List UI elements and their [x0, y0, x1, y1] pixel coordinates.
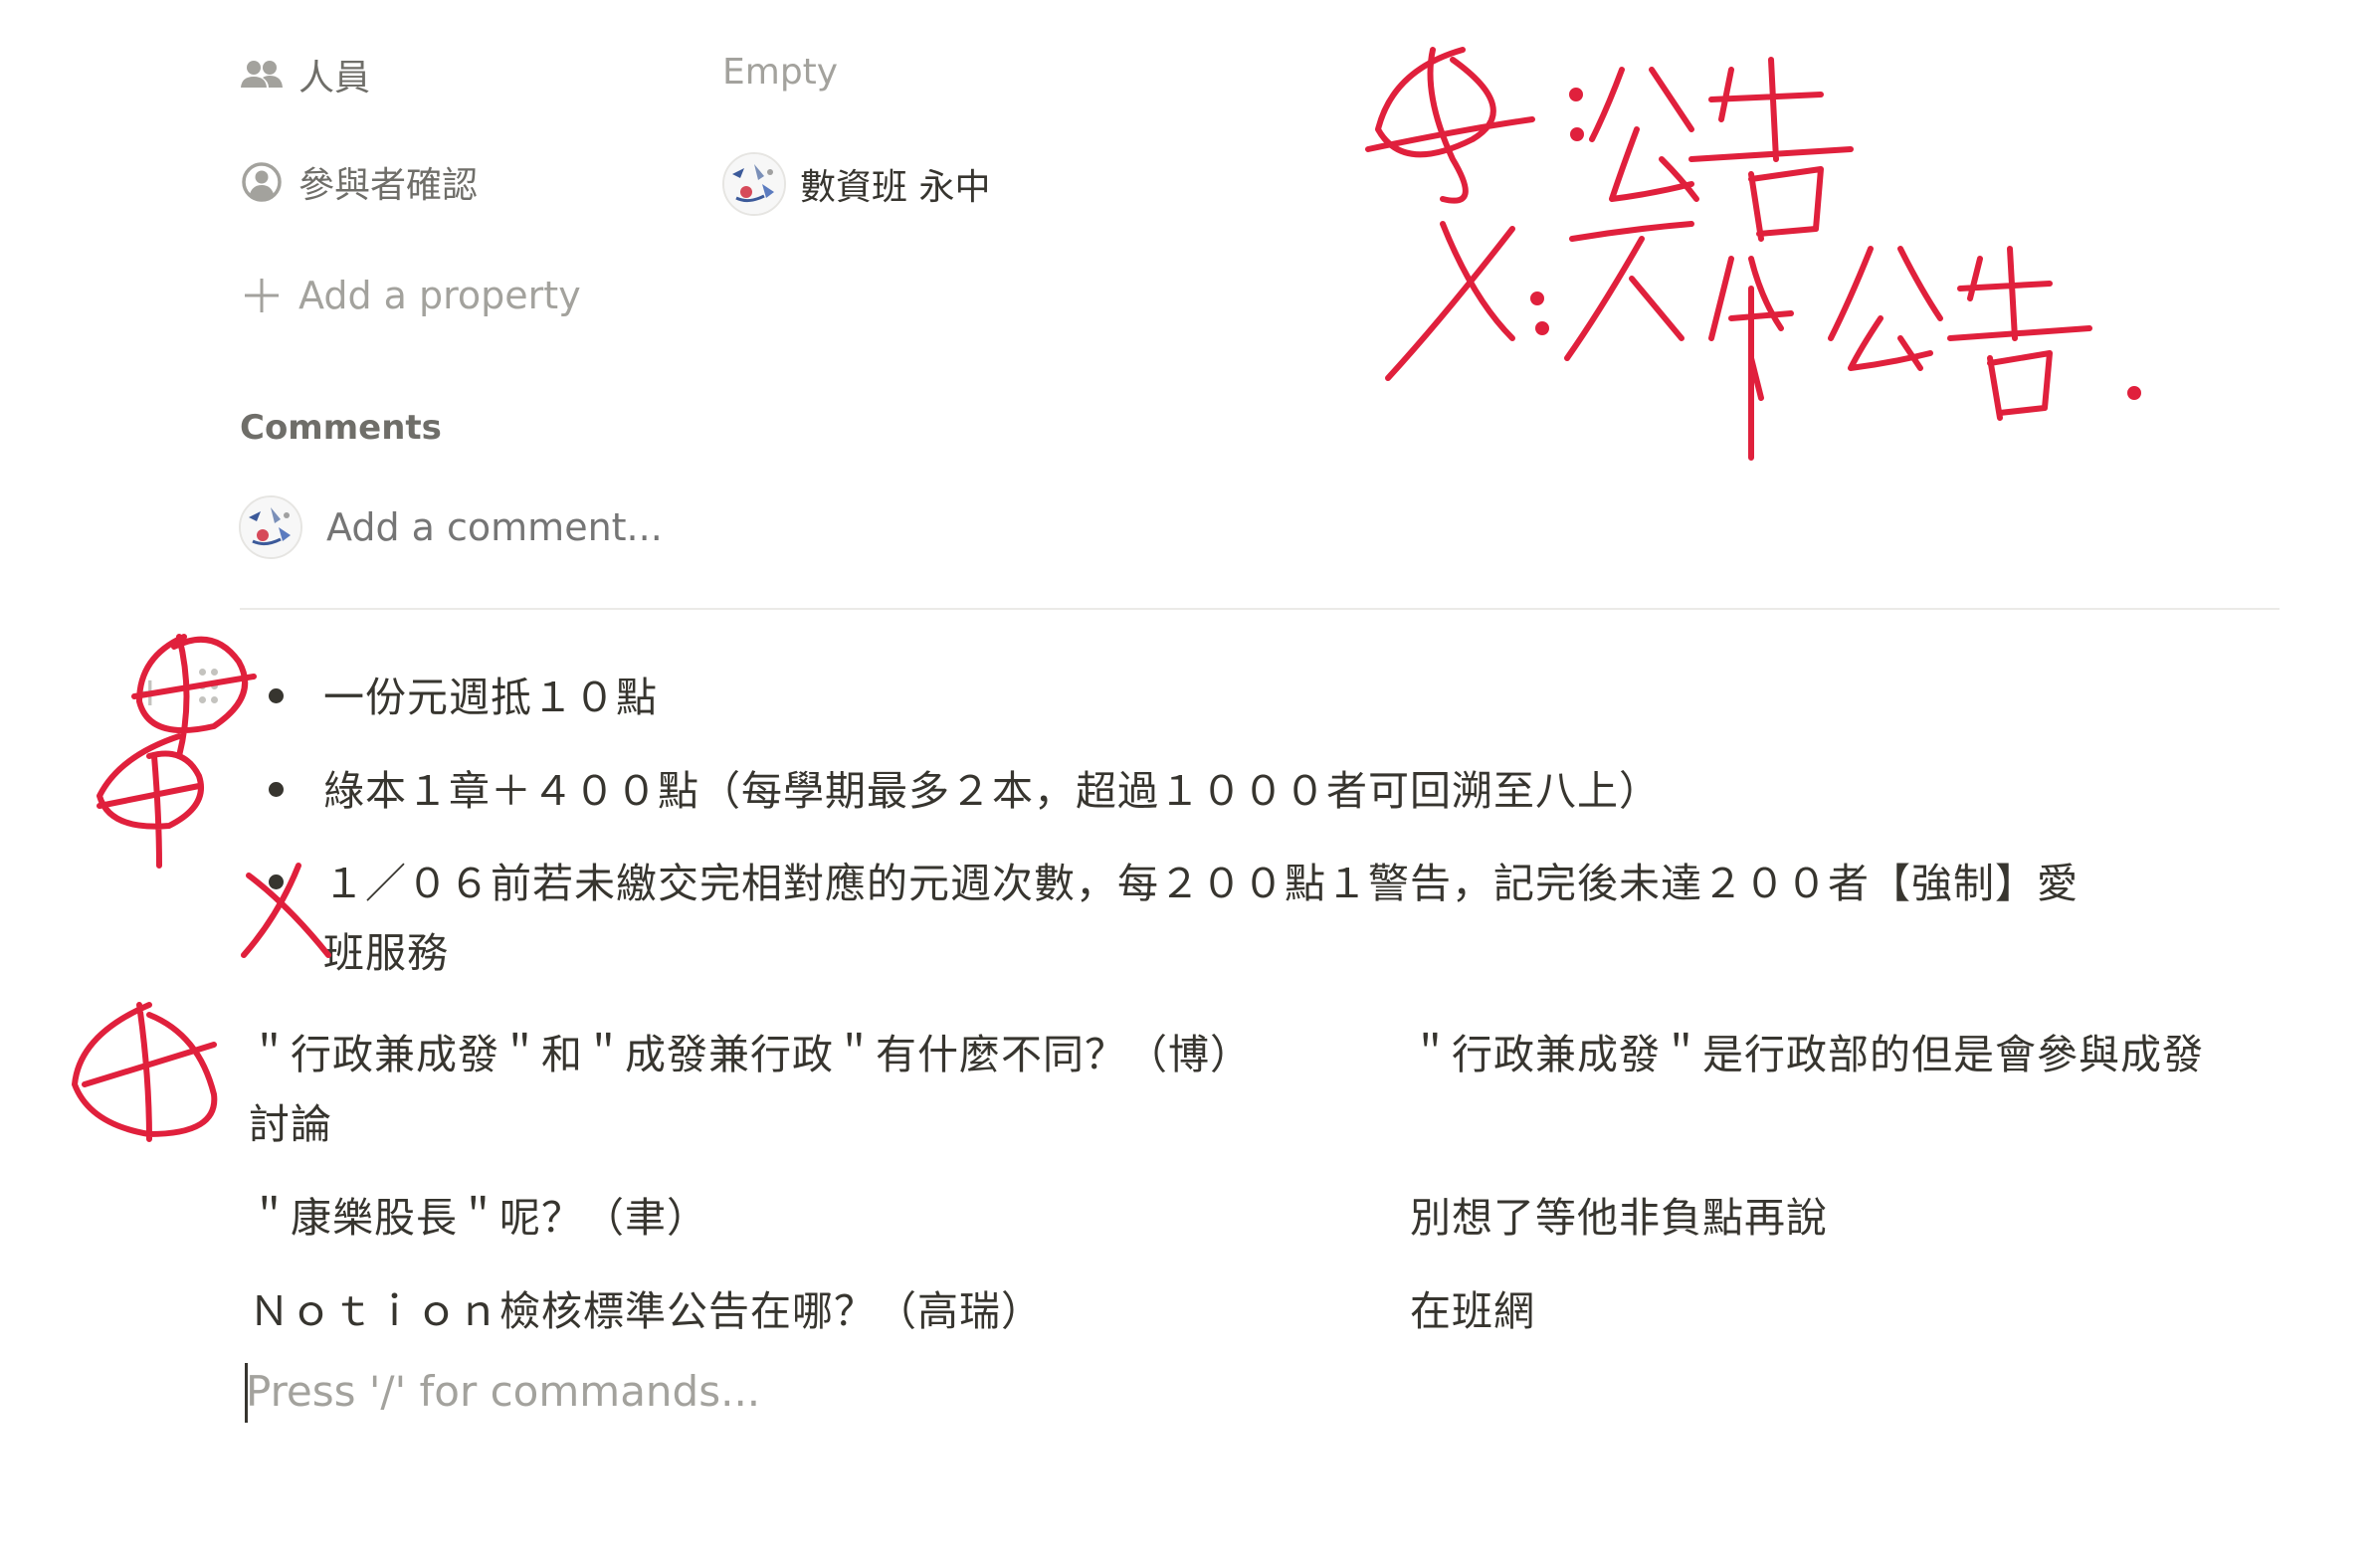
property-label-confirmation: 參與者確認 [298, 165, 479, 206]
add-property-label: Add a property [298, 274, 581, 317]
comment-input[interactable] [324, 504, 1124, 550]
answer-text: 別想了等他非負點再說 [1410, 1194, 1828, 1242]
property-row-people[interactable]: 人員 [239, 40, 370, 109]
list-item[interactable]: １／０６前若未繳交完相對應的元週次數，每２００點１警告，記完後未達２００者【強制… [269, 849, 2079, 988]
colon-mark [1530, 291, 1544, 305]
question-text: ＂康樂股長＂呢？（聿） [249, 1194, 708, 1242]
people-icon [239, 52, 285, 97]
property-value-people[interactable]: Empty [722, 52, 838, 93]
answer-text-continued: 討論 [249, 1100, 332, 1148]
answer-text: ＂行政兼成發＂是行政部的但是會參與成發 [1410, 1031, 2204, 1078]
handwritten-gong-3 [1828, 246, 1943, 371]
list-item[interactable]: 綠本１章＋４００點（每學期最多２本，超過１０００者可回溯至八上） [269, 756, 1661, 826]
handwritten-gong [1589, 67, 1699, 202]
property-label-people: 人員 [298, 58, 371, 98]
handwritten-gao-2 [1947, 246, 2092, 421]
user-avatar [722, 152, 786, 216]
question-text: ＂行政兼成發＂和＂成發兼行政＂有什麼不同？（博） [249, 1031, 1252, 1078]
command-placeholder[interactable]: Press '/' for commands... [246, 1367, 760, 1416]
property-row-confirmation[interactable]: 參與者確認 [239, 147, 478, 217]
property-value-confirmation[interactable]: 數資班 永中 [722, 152, 990, 216]
bullet-dot [269, 688, 284, 703]
divider [240, 608, 2280, 610]
add-block-icon[interactable]: + [133, 673, 167, 712]
circle-cross-mark [72, 1002, 218, 1142]
comments-heading: Comments [240, 408, 442, 448]
handwritten-gong-2 [1708, 256, 1794, 461]
period-mark [2127, 386, 2141, 400]
list-item[interactable]: 一份元週抵１０點 [269, 663, 658, 732]
answer-text: 在班網 [1410, 1287, 1535, 1335]
handwritten-bu [1564, 221, 1694, 361]
commenter-avatar [239, 495, 302, 559]
person-name: 數資班 永中 [800, 167, 991, 208]
person-circle-icon [239, 159, 285, 205]
list-item-text: 一份元週抵１０點 [323, 674, 658, 721]
bullet-dot [269, 782, 284, 797]
drag-handle-icon[interactable] [199, 669, 221, 712]
plus-icon [239, 273, 285, 318]
list-item-text: 綠本１章＋４００點（每學期最多２本，超過１０００者可回溯至八上） [323, 767, 1661, 815]
comment-composer [239, 495, 1124, 559]
list-item-text: １／０６前若未繳交完相對應的元週次數，每２００點１警告，記完後未達２００者【強制… [323, 860, 2079, 977]
x-symbol [1385, 221, 1515, 381]
circle-cross-mark [97, 733, 204, 869]
colon-mark [1535, 321, 1549, 335]
colon-mark [1570, 127, 1584, 141]
handwritten-gao [1688, 57, 1854, 242]
question-text: Ｎｏｔｉｏｎ檢核標準公告在哪？（高瑞） [249, 1287, 1043, 1335]
bullet-dot [269, 874, 284, 889]
add-property-button[interactable]: Add a property [239, 261, 581, 330]
colon-mark [1569, 88, 1583, 101]
circle-cross-symbol [1365, 47, 1535, 204]
